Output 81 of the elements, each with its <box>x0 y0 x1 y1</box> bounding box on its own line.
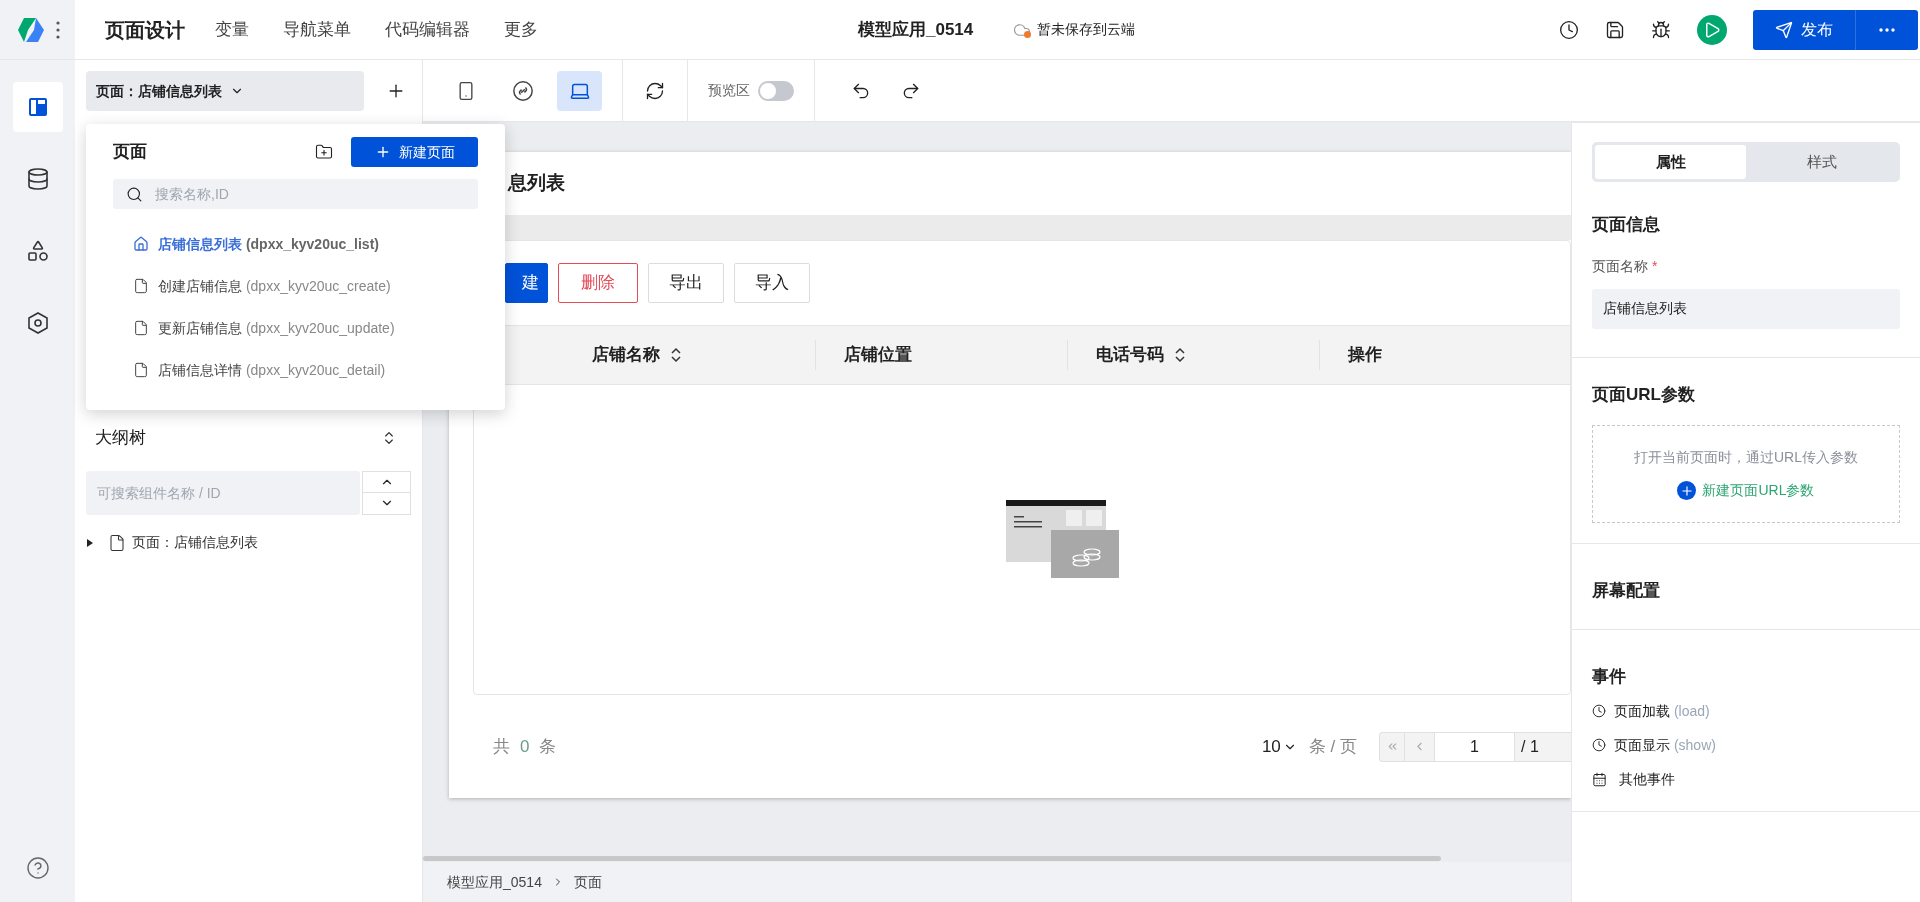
save-icon[interactable] <box>1605 19 1625 40</box>
page-selector[interactable]: 页面：店铺信息列表 <box>86 71 364 111</box>
more-icon <box>1879 27 1895 32</box>
new-page-button[interactable]: 新建页面 <box>351 137 478 167</box>
column-header: 电话号码 <box>1096 344 1164 367</box>
page-icon <box>108 533 126 552</box>
field-label: 页面名称 <box>1592 256 1648 276</box>
tree-item[interactable]: 页面：店铺信息列表 <box>86 528 411 557</box>
rail-tab[interactable] <box>12 82 63 132</box>
history-icon[interactable] <box>1559 19 1579 40</box>
page-size-select[interactable]: 10 <box>1261 733 1297 760</box>
outline-title: 大纲树 <box>95 427 146 449</box>
bug-icon[interactable] <box>1651 19 1671 40</box>
save-status: 暂未保存到云端 <box>1037 20 1136 39</box>
search-icon <box>126 185 143 203</box>
expand-caret-icon[interactable] <box>86 538 94 547</box>
page-list-item[interactable]: 创建店铺信息 (dpxx_kyv20uc_create) <box>113 265 478 307</box>
link-icon <box>511 79 534 102</box>
database-icon <box>25 167 50 191</box>
page-design-title: 页面设计 <box>105 17 185 43</box>
page-number-field[interactable]: 1 <box>1435 731 1515 762</box>
nav-menu-item[interactable]: 代码编辑器 <box>385 16 470 43</box>
section-title: 页面URL参数 <box>1592 383 1696 406</box>
action-button[interactable]: 删除 <box>558 263 638 303</box>
column-header: 操作 <box>1347 344 1382 367</box>
action-button[interactable]: 建 <box>505 263 548 303</box>
more-vertical-icon[interactable] <box>56 19 60 40</box>
settings-icon <box>25 311 50 335</box>
calendar-icon <box>1592 771 1607 787</box>
app-title: 模型应用_0514 <box>858 18 974 41</box>
sort-icon <box>670 347 682 363</box>
breadcrumb-item[interactable]: 页面 <box>573 871 602 893</box>
play-icon <box>1703 20 1721 39</box>
clock-icon <box>1592 704 1606 718</box>
action-button[interactable]: 导出 <box>648 263 724 303</box>
dropdown-title: 页面 <box>113 141 147 164</box>
preview-label: 预览区 <box>708 81 750 100</box>
sort-icon <box>1174 347 1186 363</box>
event-item[interactable]: 页面显示 (show) <box>1592 735 1900 755</box>
section-title: 屏幕配置 <box>1592 580 1661 602</box>
column-header: 店铺名称 <box>592 344 660 367</box>
event-item[interactable]: 页面加载 (load) <box>1592 701 1900 721</box>
component-search-field[interactable]: 可搜索组件名称 / ID <box>86 470 361 515</box>
publish-button[interactable]: 发布 <box>1753 9 1856 50</box>
breadcrumb-item[interactable]: 模型应用_0514 <box>447 871 542 893</box>
required-mark: * <box>1652 256 1658 276</box>
page-total: / 1 <box>1515 731 1571 762</box>
page-name-field[interactable]: 店铺信息列表 <box>1592 288 1900 329</box>
event-item[interactable]: 其他事件 <box>1592 769 1900 789</box>
horizontal-scrollbar[interactable] <box>423 856 1441 861</box>
send-icon <box>1775 20 1793 39</box>
page-list-item[interactable]: 店铺信息详情 (dpxx_kyv20uc_detail) <box>113 349 478 391</box>
total-number: 0 <box>520 735 530 758</box>
nav-menu-item[interactable]: 导航菜单 <box>283 16 351 43</box>
page-list-item[interactable]: 店铺信息列表 (dpxx_kyv20uc_list) <box>113 223 478 265</box>
inspector-tab[interactable]: 属性 <box>1595 145 1746 179</box>
section-title: 事件 <box>1592 665 1627 688</box>
action-button[interactable]: 导入 <box>734 263 810 303</box>
tree-item-label: 页面：店铺信息列表 <box>132 533 258 552</box>
new-folder-icon[interactable] <box>315 143 333 161</box>
device-toggle[interactable] <box>557 70 602 111</box>
section-title: 页面信息 <box>1592 214 1661 236</box>
help-icon[interactable] <box>25 856 50 880</box>
total-count: 共 0 条 <box>493 733 557 760</box>
shapes-icon <box>25 239 50 263</box>
run-button[interactable] <box>1697 14 1727 45</box>
nav-menu-item[interactable]: 更多 <box>504 16 538 43</box>
app-logo <box>16 15 46 44</box>
preview-switch[interactable] <box>758 80 794 101</box>
page-title: 息列表 <box>508 171 565 196</box>
clock-icon <box>1592 738 1606 752</box>
page-list-item[interactable]: 更新店铺信息 (dpxx_kyv20uc_update) <box>113 307 478 349</box>
page-search-field[interactable]: 搜索名称,ID <box>113 179 478 209</box>
refresh-icon[interactable] <box>645 80 665 101</box>
inspector-tab[interactable]: 样式 <box>1746 145 1897 179</box>
url-params-hint: 打开当前页面时，通过URL传入参数 <box>1634 448 1858 467</box>
more-button[interactable] <box>1856 9 1918 50</box>
page-size-unit: 条 / 页 <box>1308 735 1357 758</box>
nav-menu-item[interactable]: 变量 <box>215 16 249 43</box>
search-input[interactable]: 搜索名称,ID <box>155 183 465 205</box>
column-header: 店铺位置 <box>844 344 913 367</box>
